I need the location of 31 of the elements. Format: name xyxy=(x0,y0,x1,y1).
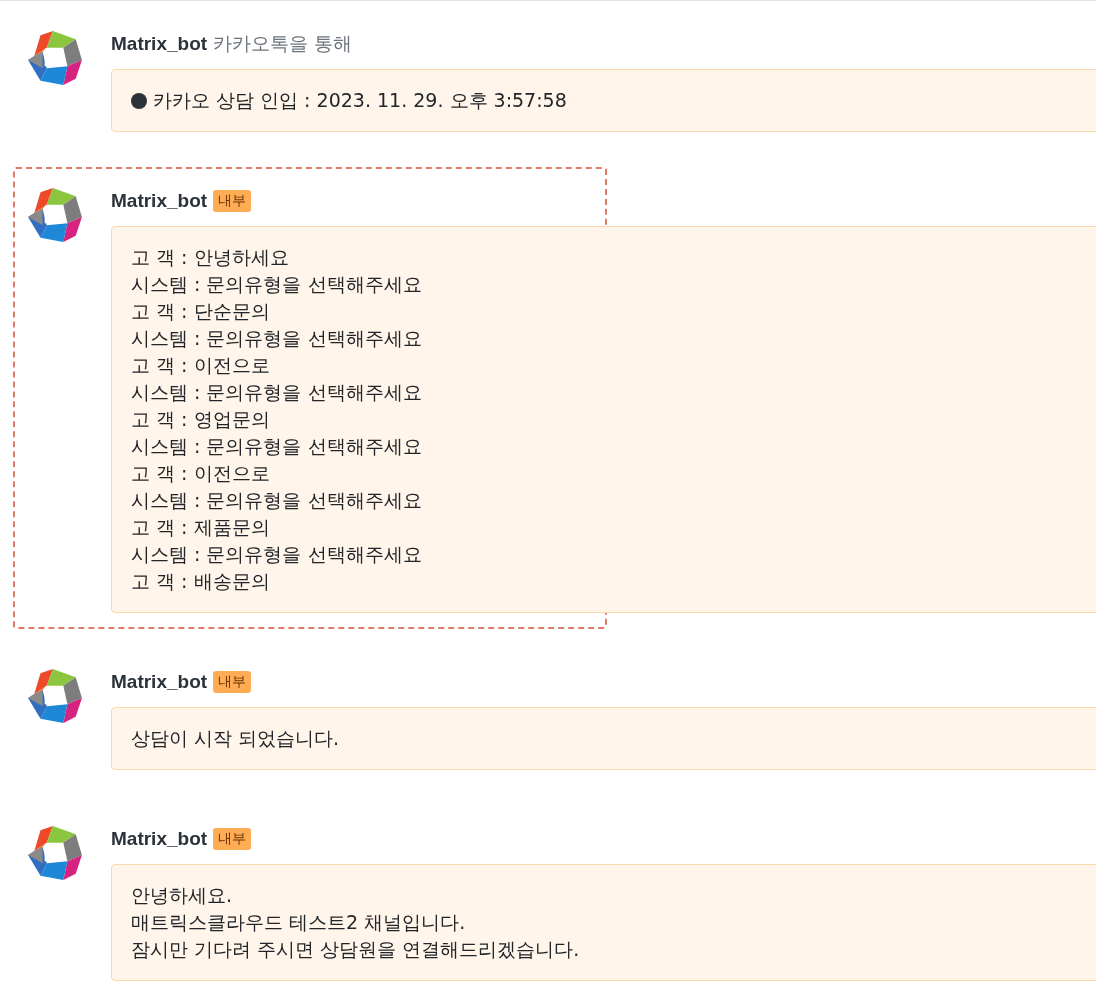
bullet-icon xyxy=(131,92,147,109)
internal-badge: 내부 xyxy=(213,671,252,693)
sender-name: Matrix_bot xyxy=(111,33,208,55)
sender-name: Matrix_bot xyxy=(111,828,208,850)
message-text: 고 객 : 영업문의 xyxy=(131,407,270,432)
message-text: 카카오 상담 인입 : 2023. 11. 29. 오후 3:57:58 xyxy=(153,88,567,113)
logo-avatar-icon xyxy=(26,186,84,244)
message-text: 시스템 : 문의유형을 선택해주세요 xyxy=(131,380,422,405)
internal-badge: 내부 xyxy=(213,190,252,212)
message-text: 고 객 : 이전으로 xyxy=(131,353,270,378)
message-text: 고 객 : 안녕하세요 xyxy=(131,245,289,270)
message-text: 시스템 : 문의유형을 선택해주세요 xyxy=(131,542,422,567)
message-text: 고 객 : 제품문의 xyxy=(131,515,270,540)
message-text: 시스템 : 문의유형을 선택해주세요 xyxy=(131,488,422,513)
message-text: 매트릭스클라우드 테스트2 채널입니다. xyxy=(131,910,466,935)
message-text: 시스템 : 문의유형을 선택해주세요 xyxy=(131,434,422,459)
sender-name: Matrix_bot xyxy=(111,671,208,693)
logo-avatar-icon xyxy=(26,29,84,87)
message-text: 고 객 : 이전으로 xyxy=(131,461,270,486)
message-text: 고 객 : 단순문의 xyxy=(131,299,270,324)
sender-name: Matrix_bot xyxy=(111,190,208,212)
logo-avatar-icon xyxy=(26,667,84,725)
message-text: 안녕하세요. xyxy=(131,883,233,908)
internal-badge: 내부 xyxy=(213,828,252,850)
logo-avatar-icon xyxy=(26,824,84,882)
message-text: 잠시만 기다려 주시면 상담원을 연결해드리겠습니다. xyxy=(131,937,580,962)
message-text: 시스템 : 문의유형을 선택해주세요 xyxy=(131,272,422,297)
message-text: 시스템 : 문의유형을 선택해주세요 xyxy=(131,326,422,351)
message-text: 상담이 시작 되었습니다. xyxy=(131,726,340,751)
channel-label: 카카오톡을 통해 xyxy=(213,31,353,56)
message-text: 고 객 : 배송문의 xyxy=(131,569,270,594)
